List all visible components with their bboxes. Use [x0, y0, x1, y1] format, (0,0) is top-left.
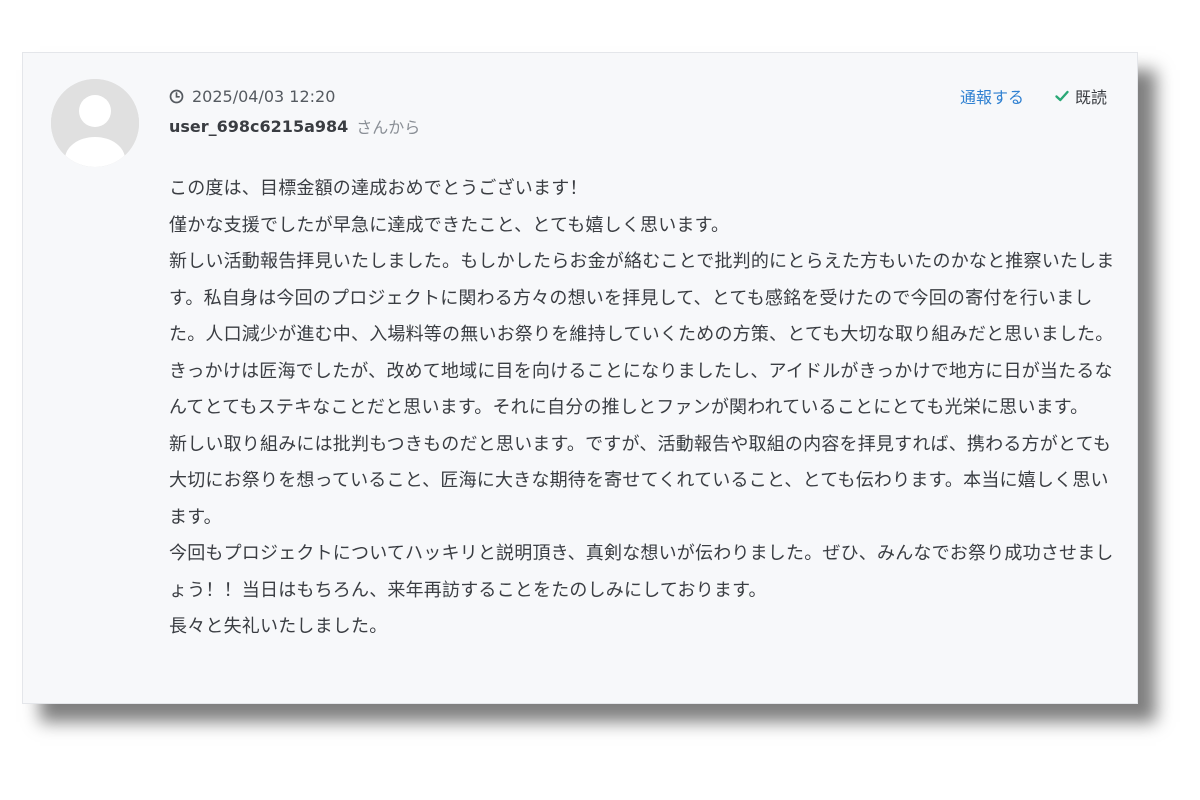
comment-username: user_698c6215a984 — [169, 116, 349, 136]
comment-paragraph-1: この度は、目標金額の達成おめでとうございます！ — [169, 178, 588, 199]
comment-paragraph-4: 新しい取り組みには批判もつきものだと思います。ですが、活動報告や取組の内容を拝見… — [169, 433, 1112, 528]
comment-paragraph-2: 僅かな支援でしたが早急に達成できたこと、とても嬉しく思います。 — [169, 214, 730, 236]
page: 2025/04/03 12:20 user_698c6215a984 さんから … — [0, 0, 1200, 800]
comment-from-suffix: さんから — [356, 118, 421, 137]
read-status-label: 既読 — [1074, 88, 1107, 107]
comment-paragraph-6: 長々と失礼いたしました。 — [169, 616, 388, 637]
clock-icon — [169, 89, 184, 104]
default-user-avatar-icon — [51, 79, 139, 167]
comment-card: 2025/04/03 12:20 user_698c6215a984 さんから … — [22, 52, 1138, 704]
comment-timestamp-row: 2025/04/03 12:20 — [169, 85, 420, 107]
comment-timestamp: 2025/04/03 12:20 — [192, 86, 336, 106]
comment-meta: 2025/04/03 12:20 user_698c6215a984 さんから — [169, 85, 421, 138]
avatar — [51, 79, 139, 167]
comment-actions: 通報する 既読 — [960, 85, 1107, 107]
check-icon — [1054, 88, 1070, 104]
comment-author-row: user_698c6215a984 さんから — [169, 115, 421, 138]
report-link[interactable]: 通報する — [960, 84, 1024, 108]
comment-paragraph-5: 今回もプロジェクトについてハッキリと説明頂き、真剣な想いが伝わりました。ぜひ、み… — [169, 543, 1114, 601]
comment-paragraph-3: 新しい活動報告拝見いたしました。もしかしたらお金が絡むことで批判的にとらえた方も… — [169, 251, 1115, 418]
read-status: 既読 — [1054, 84, 1107, 108]
comment-body: この度は、目標金額の達成おめでとうございます！ 僅かな支援でしたが早急に達成でき… — [169, 171, 1115, 646]
